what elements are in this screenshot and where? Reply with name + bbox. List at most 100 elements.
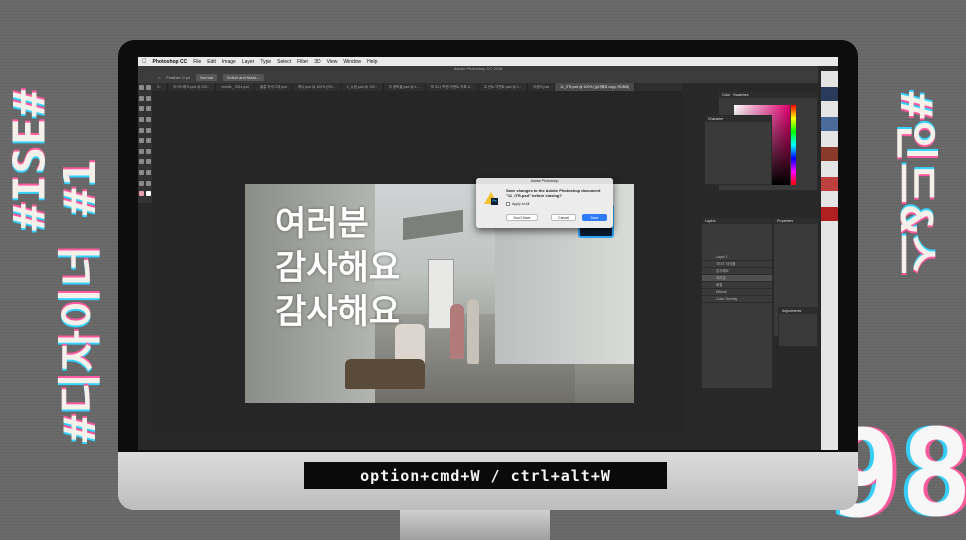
- doc-tab[interactable]: 캐나.psd @ 100% (RG...: [293, 83, 342, 91]
- notification-thumb[interactable]: [821, 207, 838, 221]
- dialog-title: Adobe Photoshop: [476, 178, 613, 184]
- layer-row[interactable]: Layer 1: [702, 254, 772, 261]
- menu-view[interactable]: View: [327, 59, 338, 65]
- layer-row[interactable]: Effects: [702, 289, 772, 296]
- save-dialog: Adobe Photoshop Ps Save changes to the A…: [476, 178, 613, 228]
- tab-character[interactable]: Character: [705, 116, 771, 122]
- dodge-tool-icon[interactable]: [145, 148, 151, 154]
- layer-row-selected[interactable]: 여러분: [702, 275, 772, 282]
- photo-person: [467, 299, 479, 364]
- menu-type[interactable]: Type: [260, 59, 271, 65]
- shortcut-caption: option+cmd+W / ctrl+alt+W: [304, 462, 667, 489]
- menu-app-name[interactable]: Photoshop CC: [153, 59, 188, 65]
- tab-color[interactable]: Color: [722, 93, 730, 97]
- save-button[interactable]: Save: [582, 214, 607, 221]
- home-icon[interactable]: ⌂: [158, 75, 160, 80]
- doc-tab[interactable]: S...: [152, 83, 169, 91]
- overlay-line: 여러분: [275, 204, 369, 244]
- overlay-text: 여러분 감사해요 감사해요: [275, 202, 400, 334]
- magic-wand-icon[interactable]: [145, 95, 151, 101]
- menu-select[interactable]: Select: [277, 59, 291, 65]
- document-tabs: S... 타이드레크.psd @ 100... mobile_ 7654.psd…: [152, 83, 682, 91]
- menu-window[interactable]: Window: [343, 59, 361, 65]
- decor-right-text: #인드&스: [890, 92, 941, 277]
- monitor-stand: [400, 510, 550, 540]
- lasso-tool-icon[interactable]: [139, 95, 144, 101]
- doc-tab-active[interactable]: 11_ITR.psd @ 100% (실사해요 copy, RGB/8): [555, 83, 636, 91]
- move-tool-icon[interactable]: [139, 85, 144, 90]
- menu-help[interactable]: Help: [367, 59, 377, 65]
- menu-3d[interactable]: 3D: [314, 59, 320, 65]
- eraser-tool-icon[interactable]: [139, 138, 144, 144]
- crop-tool-icon[interactable]: [139, 106, 144, 112]
- color-panel-header: Color Swatches: [719, 92, 817, 98]
- style-select[interactable]: Normal: [196, 73, 217, 81]
- background-color-swatch[interactable]: [145, 191, 151, 197]
- type-tool-icon[interactable]: [145, 159, 151, 165]
- feather-field[interactable]: Feather: 0 px: [166, 75, 190, 80]
- tools-panel: [138, 83, 152, 203]
- notification-thumb[interactable]: [821, 117, 838, 131]
- menu-filter[interactable]: Filter: [297, 59, 308, 65]
- ps-app-icon: Ps: [491, 198, 498, 205]
- apply-to-all-label: Apply to All: [512, 202, 530, 206]
- notification-thumb[interactable]: [821, 87, 838, 101]
- doc-tab[interactable]: 보 오니 학원 이벤트 카톡 6...: [426, 83, 479, 91]
- overlay-line: 감사해요: [275, 248, 401, 288]
- menu-file[interactable]: File: [193, 59, 201, 65]
- menu-layer[interactable]: Layer: [242, 59, 255, 65]
- path-select-icon[interactable]: [139, 170, 144, 176]
- dont-save-button[interactable]: Don't Save: [506, 214, 538, 221]
- doc-tab[interactable]: 1_수정.psd @ 100...: [342, 83, 384, 91]
- notification-thumb[interactable]: [821, 177, 838, 191]
- checkbox-box[interactable]: [506, 202, 510, 206]
- dialog-message: Save changes to the Adobe Photoshop docu…: [506, 188, 601, 198]
- pen-tool-icon[interactable]: [139, 159, 144, 165]
- layer-row[interactable]: Color Overlay: [702, 296, 772, 303]
- notification-thumb[interactable]: [821, 147, 838, 161]
- stamp-tool-icon[interactable]: [139, 127, 144, 133]
- menu-edit[interactable]: Edit: [207, 59, 216, 65]
- doc-tab[interactable]: 교 컨트 이벤트.psd @ 1...: [479, 83, 528, 91]
- photo-person: [450, 304, 464, 359]
- imac-monitor:  Photoshop CC File Edit Image Layer Typ…: [118, 40, 858, 510]
- layers-panel: Layers Layer 1 TEXT 타이틀 감사해요 여러분 배경 Effe…: [701, 217, 773, 389]
- layer-row[interactable]: 배경: [702, 282, 772, 289]
- cancel-button[interactable]: Cancel: [551, 214, 576, 221]
- overlay-line: 감사해요: [275, 292, 401, 332]
- menu-image[interactable]: Image: [222, 59, 236, 65]
- doc-tab[interactable]: 아성어.psd: [528, 83, 556, 91]
- select-and-mask-button[interactable]: Select and Mask...: [222, 73, 264, 81]
- doc-tab[interactable]: 우 꽃마을.psd @ 1...: [384, 83, 426, 91]
- photo-awning: [403, 209, 463, 241]
- adjustments-panel: Adjustments: [778, 307, 818, 347]
- doc-tab[interactable]: 울릉 저녁그네.psd: [255, 83, 293, 91]
- shape-tool-icon[interactable]: [145, 170, 151, 176]
- apple-icon[interactable]: : [142, 59, 147, 65]
- zoom-tool-icon[interactable]: [145, 180, 151, 186]
- layer-controls: [702, 224, 772, 254]
- photo-market-stall: [345, 359, 425, 389]
- screen:  Photoshop CC File Edit Image Layer Typ…: [138, 57, 838, 450]
- blur-tool-icon[interactable]: [139, 148, 144, 154]
- healing-tool-icon[interactable]: [139, 116, 144, 122]
- foreground-color-swatch[interactable]: [139, 191, 144, 197]
- history-brush-icon[interactable]: [145, 127, 151, 133]
- tab-swatches[interactable]: Swatches: [733, 93, 748, 97]
- apply-to-all-checkbox[interactable]: Apply to All: [506, 202, 529, 206]
- eyedropper-icon[interactable]: [145, 106, 151, 112]
- layer-row[interactable]: 감사해요: [702, 268, 772, 275]
- marquee-tool-icon[interactable]: [145, 85, 151, 90]
- doc-tab[interactable]: mobile_ 7654.psd: [216, 83, 255, 91]
- hue-slider[interactable]: [791, 105, 796, 185]
- doc-tab[interactable]: 타이드레크.psd @ 100...: [168, 83, 217, 91]
- hand-tool-icon[interactable]: [139, 180, 144, 186]
- tab-adjustments[interactable]: Adjustments: [779, 308, 817, 314]
- tab-properties[interactable]: Properties: [774, 218, 818, 224]
- mac-menubar:  Photoshop CC File Edit Image Layer Typ…: [138, 57, 838, 66]
- gradient-tool-icon[interactable]: [145, 138, 151, 144]
- layer-row[interactable]: TEXT 타이틀: [702, 261, 772, 268]
- character-panel: Character: [704, 115, 772, 185]
- options-bar: ⌂ Feather: 0 px Normal Select and Mask..…: [138, 71, 818, 83]
- brush-tool-icon[interactable]: [145, 116, 151, 122]
